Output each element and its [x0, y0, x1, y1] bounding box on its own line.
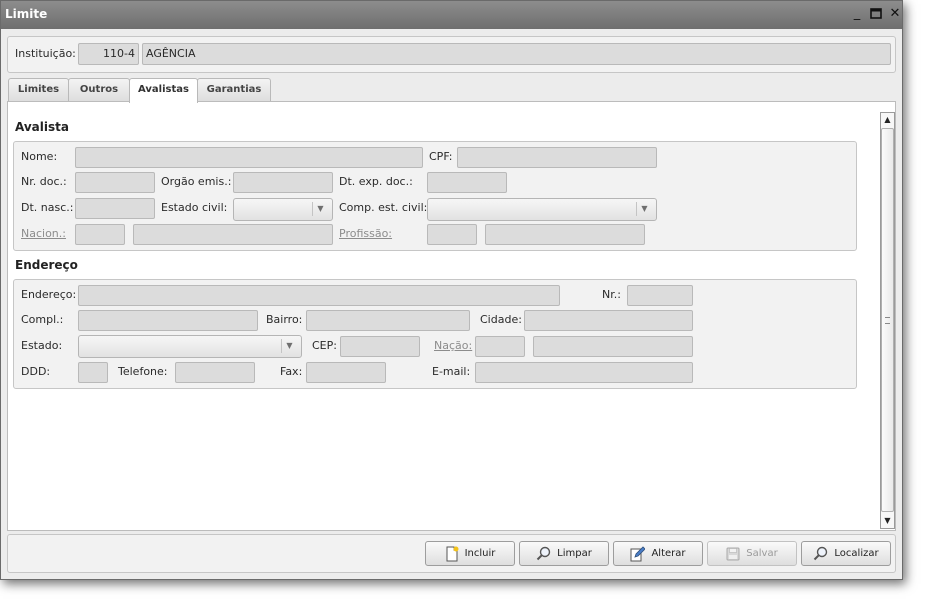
email-field[interactable]	[475, 362, 693, 383]
localizar-button[interactable]: Localizar	[801, 541, 891, 566]
minimize-icon[interactable]: _	[849, 6, 865, 22]
localizar-label: Localizar	[834, 548, 879, 559]
nr-field[interactable]	[627, 285, 693, 306]
tab-limites[interactable]: Limites	[8, 78, 69, 102]
nacao-name-field	[533, 336, 693, 357]
compl-field[interactable]	[78, 310, 258, 331]
tab-avalistas[interactable]: Avalistas	[129, 78, 198, 103]
chevron-down-icon: ▼	[312, 202, 328, 216]
chevron-down-icon: ▼	[636, 202, 652, 216]
nacion-name-field	[133, 224, 333, 245]
bairro-field[interactable]	[306, 310, 470, 331]
alterar-label: Alterar	[651, 548, 686, 559]
orgao-emis-label: Orgão emis.:	[161, 175, 232, 188]
save-disk-icon	[726, 547, 740, 561]
estado-civil-select[interactable]: ▼	[233, 198, 333, 221]
ddd-label: DDD:	[21, 365, 51, 378]
estado-select[interactable]: ▼	[78, 335, 302, 358]
email-label: E-mail:	[432, 365, 471, 378]
estado-label: Estado:	[21, 339, 63, 352]
scroll-down-icon[interactable]: ▼	[881, 514, 894, 528]
incluir-button[interactable]: Incluir	[425, 541, 515, 566]
fax-label: Fax:	[280, 365, 303, 378]
vertical-scrollbar[interactable]: ▲ ▼	[880, 112, 895, 529]
avalista-section-title: Avalista	[15, 120, 69, 134]
cidade-label: Cidade:	[480, 313, 522, 326]
dt-exp-doc-field[interactable]	[427, 172, 507, 193]
comp-est-civil-select[interactable]: ▼	[427, 198, 657, 221]
new-document-icon	[445, 546, 459, 562]
nome-label: Nome:	[21, 150, 58, 163]
dt-exp-doc-label: Dt. exp. doc.:	[339, 175, 413, 188]
nacion-code-field[interactable]	[75, 224, 125, 245]
profissao-code-field[interactable]	[427, 224, 477, 245]
scroll-thumb[interactable]	[881, 128, 894, 512]
edit-pencil-icon	[630, 545, 646, 562]
endereco-section-title: Endereço	[15, 258, 78, 272]
endereco-field[interactable]	[78, 285, 560, 306]
close-icon[interactable]: ✕	[887, 6, 903, 22]
nacion-link[interactable]: Nacion.:	[21, 227, 66, 241]
cpf-field[interactable]	[457, 147, 657, 168]
dt-nasc-field[interactable]	[75, 198, 155, 219]
endereco-label: Endereço:	[21, 288, 77, 301]
cidade-field[interactable]	[524, 310, 693, 331]
incluir-label: Incluir	[464, 548, 496, 559]
profissao-name-field	[485, 224, 645, 245]
institution-panel: Instituição: 110-4 AGÊNCIA	[7, 36, 896, 73]
chevron-down-icon: ▼	[281, 339, 297, 353]
nacao-link[interactable]: Nação:	[434, 339, 472, 353]
nome-field[interactable]	[75, 147, 423, 168]
estado-civil-label: Estado civil:	[161, 201, 228, 214]
dt-nasc-label: Dt. nasc.:	[21, 201, 74, 214]
orgao-emis-field[interactable]	[233, 172, 333, 193]
telefone-field[interactable]	[175, 362, 255, 383]
magnifier-icon	[813, 546, 828, 561]
scroll-up-icon[interactable]: ▲	[881, 113, 894, 127]
cpf-label: CPF:	[429, 150, 453, 163]
profissao-link[interactable]: Profissão:	[339, 227, 392, 241]
alterar-button[interactable]: Alterar	[613, 541, 703, 566]
salvar-button[interactable]: Salvar	[707, 541, 797, 566]
nacao-code-field[interactable]	[475, 336, 525, 357]
compl-label: Compl.:	[21, 313, 64, 326]
salvar-label: Salvar	[746, 548, 778, 559]
telefone-label: Telefone:	[118, 365, 168, 378]
fax-field[interactable]	[306, 362, 386, 383]
nr-label: Nr.:	[602, 288, 621, 301]
maximize-icon[interactable]	[868, 6, 884, 22]
instituicao-code-field: 110-4	[78, 43, 139, 65]
comp-est-civil-label: Comp. est. civil:	[339, 201, 428, 214]
instituicao-label: Instituição:	[15, 47, 76, 60]
tab-garantias[interactable]: Garantias	[197, 78, 271, 102]
title-bar[interactable]: Limite _ ✕	[1, 1, 902, 29]
cep-label: CEP:	[312, 339, 337, 352]
tab-outros[interactable]: Outros	[68, 78, 130, 102]
window-title: Limite	[5, 7, 48, 21]
magnifier-icon	[536, 546, 551, 561]
bairro-label: Bairro:	[266, 313, 303, 326]
ddd-field[interactable]	[78, 362, 108, 383]
cep-field[interactable]	[340, 336, 420, 357]
instituicao-name-field: AGÊNCIA	[142, 43, 891, 65]
nr-doc-field[interactable]	[75, 172, 155, 193]
limpar-button[interactable]: Limpar	[519, 541, 609, 566]
limpar-label: Limpar	[557, 548, 592, 559]
nr-doc-label: Nr. doc.:	[21, 175, 67, 188]
